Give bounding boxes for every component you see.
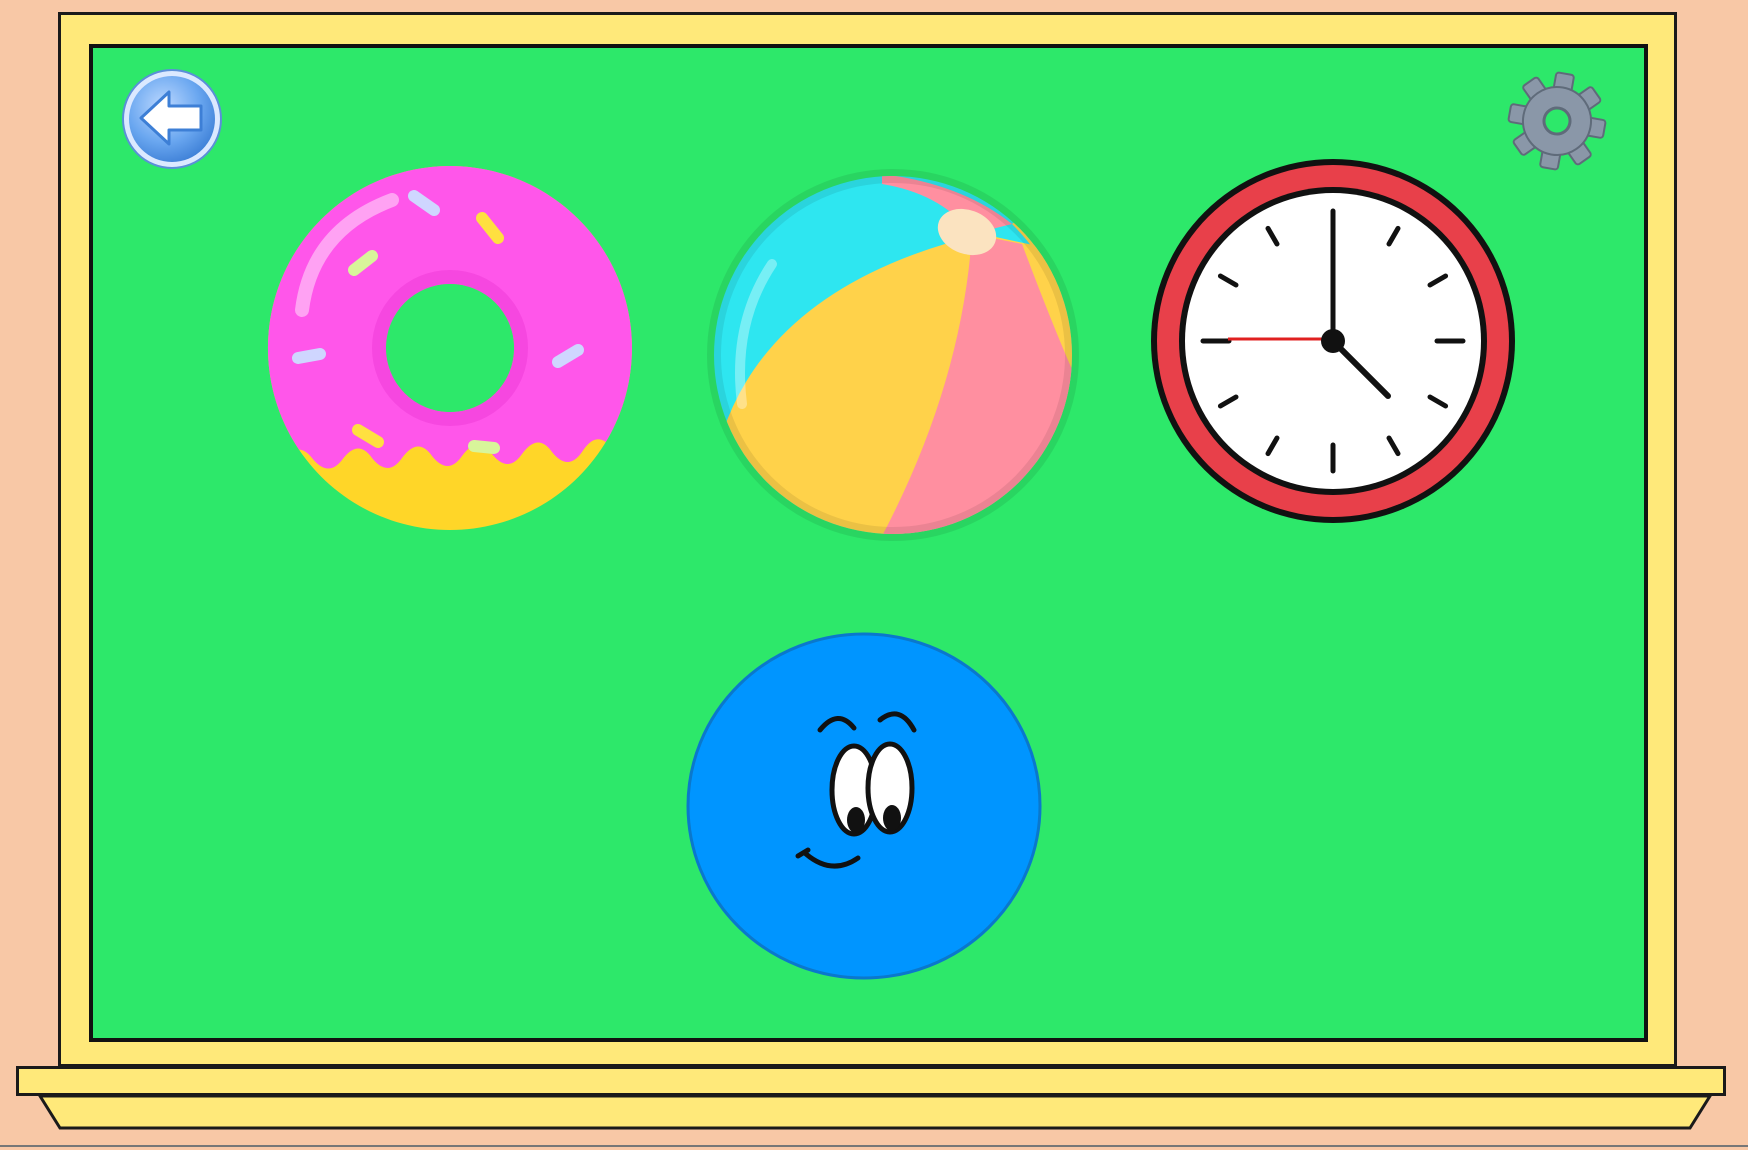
beach-ball-choice[interactable]: [707, 169, 1079, 541]
beach-ball-icon: [707, 169, 1079, 541]
back-arrow-icon: [122, 69, 222, 169]
clock-icon: [1151, 159, 1515, 523]
clock-choice[interactable]: [1148, 156, 1518, 526]
donut-choice[interactable]: [262, 160, 638, 536]
chalk-ledge: [16, 1066, 1726, 1096]
donut-icon: [267, 166, 632, 530]
back-button[interactable]: [121, 68, 223, 170]
smiling-circle-target[interactable]: [684, 630, 1044, 982]
settings-button[interactable]: [1502, 71, 1612, 171]
gear-icon: [1507, 71, 1607, 171]
smiling-circle-icon: [686, 632, 1042, 980]
